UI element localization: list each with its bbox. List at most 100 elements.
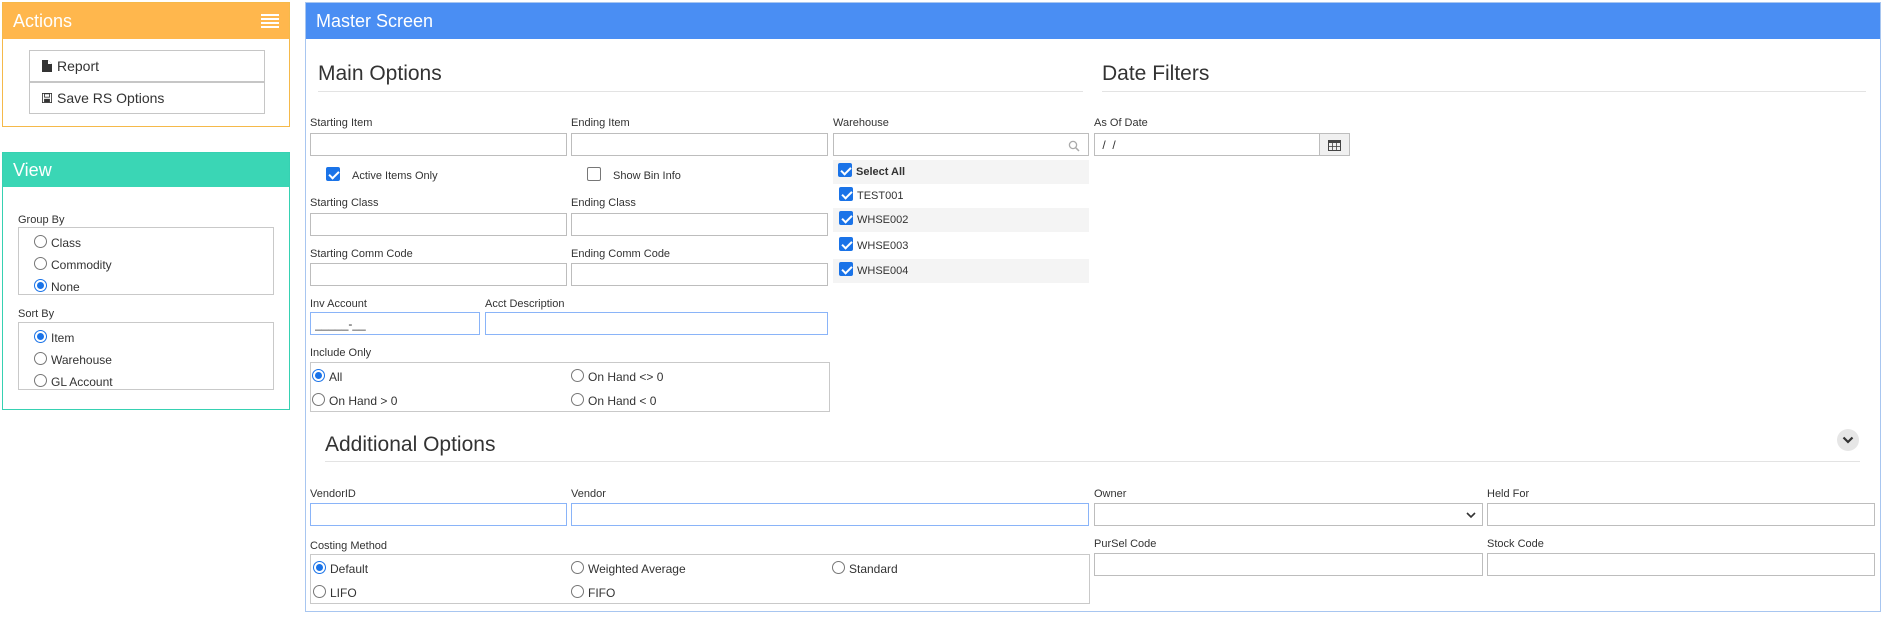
vendor-input[interactable]: [571, 503, 1089, 526]
group-by-class-radio[interactable]: Class: [34, 235, 81, 250]
ending-comm-code-field[interactable]: [572, 264, 827, 285]
chevron-down-icon: [1466, 512, 1476, 519]
include-all-radio[interactable]: All: [312, 369, 342, 384]
starting-comm-code-input[interactable]: [310, 263, 567, 286]
group-by-none-radio[interactable]: None: [34, 279, 80, 294]
include-on-hand-not-zero-radio[interactable]: On Hand <> 0: [571, 369, 663, 384]
costing-lifo-radio[interactable]: LIFO: [313, 585, 357, 600]
acct-description-field[interactable]: [486, 313, 827, 334]
starting-class-label: Starting Class: [310, 197, 379, 209]
group-by-commodity-radio[interactable]: Commodity: [34, 257, 112, 272]
report-label: Report: [57, 58, 100, 74]
radio-icon: [34, 235, 47, 248]
acct-description-input[interactable]: [485, 312, 828, 335]
show-bin-info-checkbox[interactable]: Show Bin Info: [587, 167, 681, 182]
radio-label: None: [51, 280, 80, 294]
group-by-label: Group By: [18, 214, 65, 226]
inv-account-input[interactable]: [310, 312, 480, 335]
held-for-input[interactable]: [1487, 503, 1875, 526]
ending-class-input[interactable]: [571, 213, 828, 236]
vendor-label: Vendor: [571, 488, 606, 500]
held-for-field[interactable]: [1488, 504, 1874, 525]
radio-label: Class: [51, 236, 82, 250]
save-rs-options-button[interactable]: Save RS Options: [29, 82, 265, 114]
radio-icon: [313, 585, 326, 598]
warehouse-item-test001[interactable]: TEST001: [833, 184, 1089, 208]
warehouse-item-label: WHSE003: [857, 240, 909, 252]
collapse-button[interactable]: [1837, 429, 1859, 451]
starting-class-input[interactable]: [310, 213, 567, 236]
ending-comm-code-label: Ending Comm Code: [571, 248, 671, 260]
sort-by-gl-account-radio[interactable]: GL Account: [34, 374, 113, 389]
as-of-date-input[interactable]: [1094, 133, 1320, 156]
as-of-date-field[interactable]: [1095, 134, 1319, 155]
warehouse-item-whse003[interactable]: WHSE003: [833, 234, 1089, 258]
actions-header: Actions: [3, 3, 289, 39]
stock-code-input[interactable]: [1487, 553, 1875, 576]
radio-icon: [34, 374, 47, 387]
include-on-hand-positive-radio[interactable]: On Hand > 0: [312, 393, 397, 408]
warehouse-label: Warehouse: [833, 117, 889, 129]
calendar-button[interactable]: [1320, 133, 1350, 156]
ending-item-label: Ending Item: [571, 117, 630, 129]
warehouse-item-whse002[interactable]: WHSE002: [833, 208, 1089, 232]
starting-item-input[interactable]: [310, 133, 567, 156]
owner-label: Owner: [1094, 488, 1127, 500]
starting-item-field[interactable]: [311, 134, 566, 155]
warehouse-item-label: WHSE004: [857, 265, 909, 277]
hamburger-menu-icon[interactable]: [261, 14, 279, 28]
main-options-divider: [318, 91, 1083, 92]
warehouse-search-input[interactable]: [833, 133, 1089, 156]
radio-icon: [571, 585, 584, 598]
radio-label: Weighted Average: [588, 562, 686, 576]
main-options-title: Main Options: [318, 62, 442, 85]
vendor-field[interactable]: [572, 504, 1088, 525]
ending-item-input[interactable]: [571, 133, 828, 156]
inv-account-field[interactable]: [311, 313, 479, 334]
ending-class-field[interactable]: [572, 214, 827, 235]
radio-icon: [312, 393, 325, 406]
radio-selected-icon: [313, 561, 326, 574]
search-icon: [1068, 140, 1080, 152]
starting-class-field[interactable]: [311, 214, 566, 235]
report-button[interactable]: Report: [29, 50, 265, 82]
warehouse-search-field[interactable]: [834, 134, 1088, 155]
radio-label: On Hand > 0: [329, 394, 398, 408]
vendor-id-input[interactable]: [310, 503, 567, 526]
warehouse-item-whse004[interactable]: WHSE004: [833, 259, 1089, 283]
owner-select[interactable]: [1094, 503, 1483, 526]
radio-icon: [571, 561, 584, 574]
vendor-id-label: VendorID: [310, 488, 356, 500]
starting-comm-code-field[interactable]: [311, 264, 566, 285]
show-bin-info-label: Show Bin Info: [613, 170, 681, 182]
ending-comm-code-input[interactable]: [571, 263, 828, 286]
include-on-hand-negative-radio[interactable]: On Hand < 0: [571, 393, 656, 408]
radio-label: Standard: [849, 562, 898, 576]
sort-by-warehouse-radio[interactable]: Warehouse: [34, 352, 112, 367]
actions-panel: Actions Report Save RS Options: [2, 2, 290, 127]
costing-weighted-average-radio[interactable]: Weighted Average: [571, 561, 686, 576]
stock-code-field[interactable]: [1488, 554, 1874, 575]
held-for-label: Held For: [1487, 488, 1530, 500]
radio-label: LIFO: [330, 586, 357, 600]
radio-icon: [571, 369, 584, 382]
pursel-code-field[interactable]: [1095, 554, 1482, 575]
view-title: View: [13, 160, 52, 180]
vendor-id-field[interactable]: [311, 504, 566, 525]
date-filters-divider: [1102, 91, 1866, 92]
ending-item-field[interactable]: [572, 134, 827, 155]
costing-default-radio[interactable]: Default: [313, 561, 368, 576]
radio-label: On Hand < 0: [588, 394, 657, 408]
active-items-only-checkbox[interactable]: Active Items Only: [326, 167, 438, 182]
pursel-code-input[interactable]: [1094, 553, 1483, 576]
warehouse-item-label: TEST001: [857, 190, 904, 202]
warehouse-select-all[interactable]: Select All: [833, 160, 1089, 184]
costing-standard-radio[interactable]: Standard: [832, 561, 898, 576]
chevron-down-icon: [1842, 436, 1854, 444]
sort-by-label: Sort By: [18, 308, 55, 320]
costing-fifo-radio[interactable]: FIFO: [571, 585, 615, 600]
include-only-label: Include Only: [310, 347, 372, 359]
sort-by-item-radio[interactable]: Item: [34, 330, 74, 345]
as-of-date-label: As Of Date: [1094, 117, 1148, 129]
additional-options-title: Additional Options: [325, 433, 496, 456]
